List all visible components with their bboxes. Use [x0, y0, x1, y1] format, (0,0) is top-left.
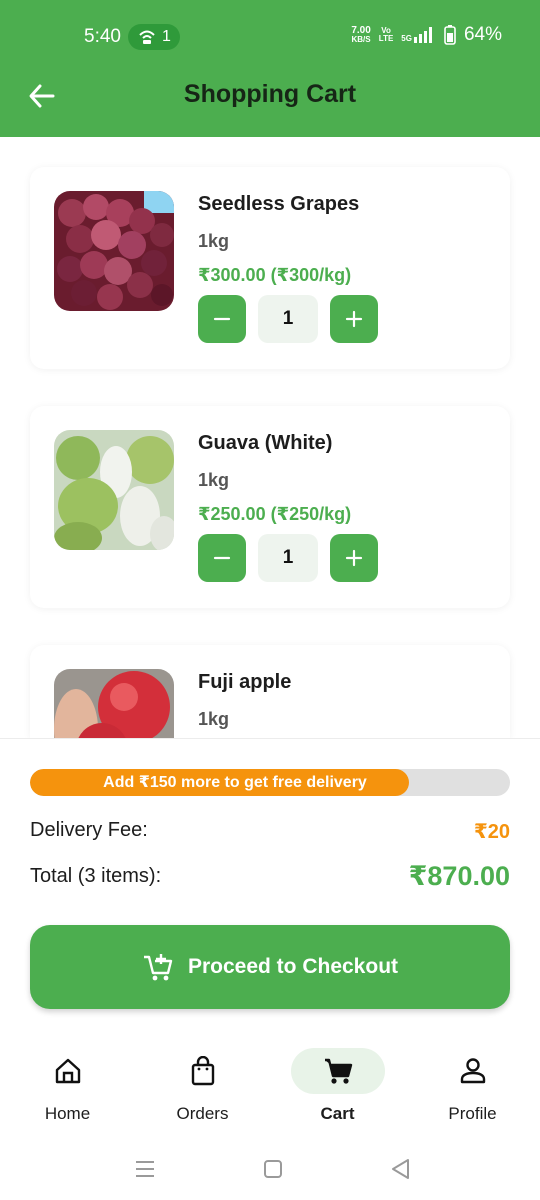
status-icons: 7.00 KB/S Vo LTE 5G 64%	[351, 24, 502, 46]
quantity-stepper: 1	[198, 534, 378, 582]
delivery-fee-label: Delivery Fee:	[30, 819, 148, 841]
product-name: Fuji apple	[198, 671, 292, 693]
checkout-label: Proceed to Checkout	[187, 955, 399, 978]
minus-icon	[213, 556, 231, 560]
network-speed: 7.00 KB/S	[351, 26, 370, 44]
speed-unit: KB/S	[351, 35, 371, 44]
product-weight: 1kg	[198, 231, 230, 251]
system-navigation-bar	[0, 1138, 540, 1200]
cart-item: Guava (White) 1kg ₹250.00 (₹250/kg) 1	[30, 406, 510, 608]
cart-item: Seedless Grapes 1kg ₹300.00 (₹300/kg) 1	[30, 167, 510, 369]
nav-icon-container	[156, 1048, 250, 1094]
status-time: 5:40	[84, 26, 121, 47]
shopping-bag-icon	[191, 1056, 214, 1086]
app-header: 5:40 1 7.00 KB/S Vo LTE 5G 64% Shopping …	[0, 0, 540, 137]
cart-icon	[324, 1058, 352, 1084]
nav-icon-container	[290, 1048, 385, 1094]
decrease-quantity-button[interactable]	[198, 295, 246, 343]
signal-icon: 5G	[401, 27, 436, 43]
total-value: ₹870.00	[408, 861, 510, 891]
free-delivery-progress: Add ₹150 more to get free delivery	[30, 769, 510, 796]
increase-quantity-button[interactable]	[330, 534, 378, 582]
quantity-value: 1	[258, 534, 318, 582]
proceed-to-checkout-button[interactable]: Proceed to Checkout	[30, 925, 510, 1009]
increase-quantity-button[interactable]	[330, 295, 378, 343]
nav-item-orders[interactable]: Orders	[135, 1038, 270, 1138]
network-type: 5G	[401, 34, 412, 43]
product-price: ₹250.00 (₹250/kg)	[198, 504, 352, 524]
quantity-stepper: 1	[198, 295, 378, 343]
decrease-quantity-button[interactable]	[198, 534, 246, 582]
cart-add-icon	[143, 954, 173, 981]
person-icon	[460, 1058, 485, 1084]
nav-item-profile[interactable]: Profile	[405, 1038, 540, 1138]
quantity-value: 1	[258, 295, 318, 343]
hotspot-icon	[139, 30, 155, 44]
battery-percent: 64%	[463, 24, 502, 45]
volte-indicator: Vo LTE	[379, 27, 394, 43]
nav-label: Cart	[320, 1104, 355, 1123]
nav-icon-container	[21, 1048, 115, 1094]
volte-bottom: LTE	[378, 34, 394, 43]
product-image-guava	[54, 430, 174, 550]
nav-label: Orders	[176, 1104, 229, 1123]
nav-item-home[interactable]: Home	[0, 1038, 135, 1138]
recent-apps-button[interactable]	[132, 1156, 158, 1182]
total-label: Total (3 items):	[30, 865, 162, 887]
order-summary-panel: Add ₹150 more to get free delivery Deliv…	[0, 738, 540, 1038]
delivery-fee-value: ₹20	[473, 821, 510, 843]
product-weight: 1kg	[198, 709, 230, 729]
square-icon	[264, 1160, 282, 1178]
triangle-back-icon	[392, 1159, 409, 1179]
nav-item-cart[interactable]: Cart	[270, 1038, 405, 1138]
product-price: ₹300.00 (₹300/kg)	[198, 265, 352, 285]
bottom-navigation: Home Orders Cart Profile	[0, 1038, 540, 1138]
back-system-button[interactable]	[388, 1156, 414, 1182]
nav-label: Home	[44, 1104, 91, 1123]
product-name: Guava (White)	[198, 432, 333, 454]
product-image-apple	[54, 669, 174, 738]
cart-item: Fuji apple 1kg	[30, 645, 510, 738]
hotspot-indicator: 1	[128, 24, 180, 50]
plus-icon	[345, 549, 363, 567]
page-title: Shopping Cart	[183, 80, 357, 108]
product-weight: 1kg	[198, 470, 230, 490]
battery-icon	[444, 25, 456, 45]
minus-icon	[213, 317, 231, 321]
nav-label: Profile	[448, 1104, 497, 1123]
menu-icon	[136, 1161, 154, 1177]
hotspot-count: 1	[162, 28, 171, 45]
product-name: Seedless Grapes	[198, 193, 360, 215]
home-system-button[interactable]	[260, 1156, 286, 1182]
free-delivery-message: Add ₹150 more to get free delivery	[103, 774, 367, 791]
plus-icon	[345, 310, 363, 328]
product-image-grapes	[54, 191, 174, 311]
nav-icon-container	[426, 1048, 520, 1094]
home-icon	[55, 1058, 80, 1084]
